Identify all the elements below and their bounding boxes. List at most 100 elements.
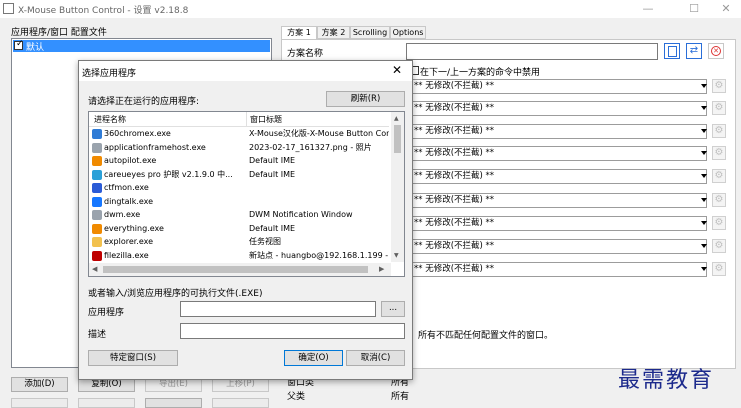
process-row[interactable]: 360chromex.exe X-Mouse汉化版-X-Mouse Button … (89, 127, 389, 141)
dropdown-arrow-icon (701, 174, 707, 178)
gear-icon[interactable]: ⚙ (712, 146, 726, 160)
process-window-title: Default IME (249, 156, 296, 165)
scroll-h-thumb[interactable] (103, 266, 368, 273)
specific-window-button[interactable]: 特定窗口(S) (88, 350, 178, 366)
refresh-button[interactable]: 刷新(R) (326, 91, 405, 107)
scroll-down-icon[interactable]: ▼ (394, 252, 399, 259)
process-name: autopilot.exe (104, 156, 157, 165)
process-name: filezilla.exe (104, 250, 149, 260)
vertical-scrollbar[interactable]: ▲ ▼ (391, 112, 404, 262)
dropdown-arrow-icon (701, 129, 707, 133)
process-name: explorer.exe (104, 237, 154, 246)
tab-profile-2[interactable]: 方案 2 (317, 26, 350, 39)
scroll-thumb[interactable] (394, 125, 401, 153)
button-action-combo[interactable]: ** 无修改(不拦截) ** (410, 262, 707, 277)
horizontal-scrollbar[interactable]: ◀ ▶ (89, 263, 391, 276)
gear-icon[interactable]: ⚙ (712, 101, 726, 115)
column-header-process[interactable]: 进程名称 (94, 114, 126, 125)
process-name: 360chromex.exe (104, 129, 171, 138)
tab-options[interactable]: Options (390, 26, 426, 39)
button-action-combo[interactable]: ** 无修改(不拦截) ** (410, 216, 707, 231)
dialog-title: 选择应用程序 (82, 69, 137, 79)
cancel-button[interactable]: 取消(C) (346, 350, 405, 366)
autopilot-icon (92, 156, 102, 166)
close-button[interactable]: ✕ (712, 1, 740, 17)
process-row[interactable]: ctfmon.exe (89, 181, 389, 195)
button-action-combo[interactable]: ** 无修改(不拦截) ** (410, 146, 707, 161)
process-row[interactable]: applicationframehost.exe 2023-02-17_16132… (89, 141, 389, 155)
scroll-right-icon[interactable]: ▶ (379, 265, 384, 273)
button-action-combo[interactable]: ** 无修改(不拦截) ** (410, 101, 707, 116)
button-action-combo[interactable]: ** 无修改(不拦截) ** (410, 239, 707, 254)
tab-scrolling[interactable]: Scrolling (350, 26, 390, 39)
profile-name-input[interactable] (406, 43, 658, 60)
process-window-title: Default IME (249, 169, 296, 179)
process-name: dwm.exe (104, 210, 141, 219)
tab-profile-1[interactable]: 方案 1 (281, 26, 317, 40)
gear-icon[interactable]: ⚙ (712, 239, 726, 253)
partial-button-4[interactable] (212, 398, 269, 408)
button-action-combo[interactable]: ** 无修改(不拦截) ** (410, 169, 707, 184)
process-name: ctfmon.exe (104, 183, 149, 192)
disable-in-cycle-label: 在下一/上一方案的命令中禁用 (420, 68, 541, 78)
select-app-dialog: 选择应用程序 ✕ 请选择正在运行的应用程序: 刷新(R) 进程名称 窗口标题 3… (78, 60, 413, 380)
process-row[interactable]: dingtalk.exe (89, 195, 389, 209)
pen-icon (92, 183, 102, 193)
maximize-button[interactable]: ☐ (680, 1, 708, 17)
process-name: careueyes pro 护眼 v2.1.9.0 中... (104, 169, 233, 179)
app-path-input[interactable] (180, 301, 376, 317)
process-name: dingtalk.exe (104, 196, 154, 206)
profile-name-label: 方案名称 (287, 49, 324, 59)
dialog-close-icon[interactable]: ✕ (392, 63, 402, 77)
window-icon (92, 210, 102, 220)
gear-icon[interactable]: ⚙ (712, 124, 726, 138)
button-action-combo[interactable]: ** 无修改(不拦截) ** (410, 193, 707, 208)
dialog-title-bar: 选择应用程序 ✕ (79, 61, 412, 81)
browse-label: 或者输入/浏览应用程序的可执行文件(.EXE) (88, 289, 263, 299)
partial-button-2[interactable] (78, 398, 135, 408)
scroll-left-icon[interactable]: ◀ (92, 265, 97, 273)
gear-icon[interactable]: ⚙ (712, 79, 726, 93)
partial-button-3[interactable] (145, 398, 202, 408)
column-header-window-title[interactable]: 窗口标题 (250, 114, 282, 125)
swap-icon[interactable]: ⇄ (686, 43, 702, 59)
description-label: 描述 (88, 330, 107, 340)
add-button[interactable]: 添加(D) (11, 377, 68, 392)
browse-button[interactable]: ... (381, 301, 405, 317)
clear-icon[interactable]: ✕ (708, 43, 724, 59)
chrome-icon (92, 129, 102, 139)
button-action-combo[interactable]: ** 无修改(不拦截) ** (410, 79, 707, 94)
process-window-title: 新站点 - huangbo@192.168.1.199 - (249, 250, 389, 260)
dropdown-arrow-icon (701, 244, 707, 248)
window-title: X-Mouse Button Control - 设置 v2.18.8 (18, 6, 189, 16)
process-list[interactable]: 进程名称 窗口标题 360chromex.exe X-Mouse汉化版-X-Mou… (88, 111, 405, 277)
ok-button[interactable]: 确定(O) (284, 350, 343, 366)
scroll-up-icon[interactable]: ▲ (394, 115, 399, 122)
description-input[interactable] (180, 323, 405, 339)
button-action-combo[interactable]: ** 无修改(不拦截) ** (410, 124, 707, 139)
process-row[interactable]: autopilot.exe Default IME (89, 154, 389, 168)
process-row[interactable]: explorer.exe 任务视图 (89, 235, 389, 249)
process-row[interactable]: filezilla.exe 新站点 - huangbo@192.168.1.199… (89, 249, 389, 263)
gear-icon[interactable]: ⚙ (712, 216, 726, 230)
gear-icon[interactable]: ⚙ (712, 262, 726, 276)
process-name: everything.exe (104, 223, 164, 233)
gear-icon[interactable]: ⚙ (712, 169, 726, 183)
dialog-prompt: 请选择正在运行的应用程序: (88, 97, 200, 107)
list-item-default[interactable]: ✓ 默认 (13, 39, 270, 53)
gear-icon[interactable]: ⚙ (712, 193, 726, 207)
minimize-button[interactable]: — (634, 1, 662, 17)
copy-icon[interactable] (664, 43, 680, 59)
eye-icon (92, 169, 102, 180)
process-window-title: X-Mouse汉化版-X-Mouse Button Con (249, 129, 389, 138)
dropdown-arrow-icon (701, 84, 707, 88)
process-row[interactable]: careueyes pro 护眼 v2.1.9.0 中... Default IM… (89, 168, 389, 182)
app-icon (3, 3, 14, 14)
process-row[interactable]: everything.exe Default IME (89, 222, 389, 236)
checkmark-icon: ✓ (16, 39, 24, 49)
partial-button-1[interactable] (11, 398, 68, 408)
process-row[interactable]: dwm.exe DWM Notification Window (89, 208, 389, 222)
process-name: applicationframehost.exe (104, 142, 206, 152)
process-window-title: DWM Notification Window (249, 210, 353, 219)
folder-icon (92, 237, 102, 247)
